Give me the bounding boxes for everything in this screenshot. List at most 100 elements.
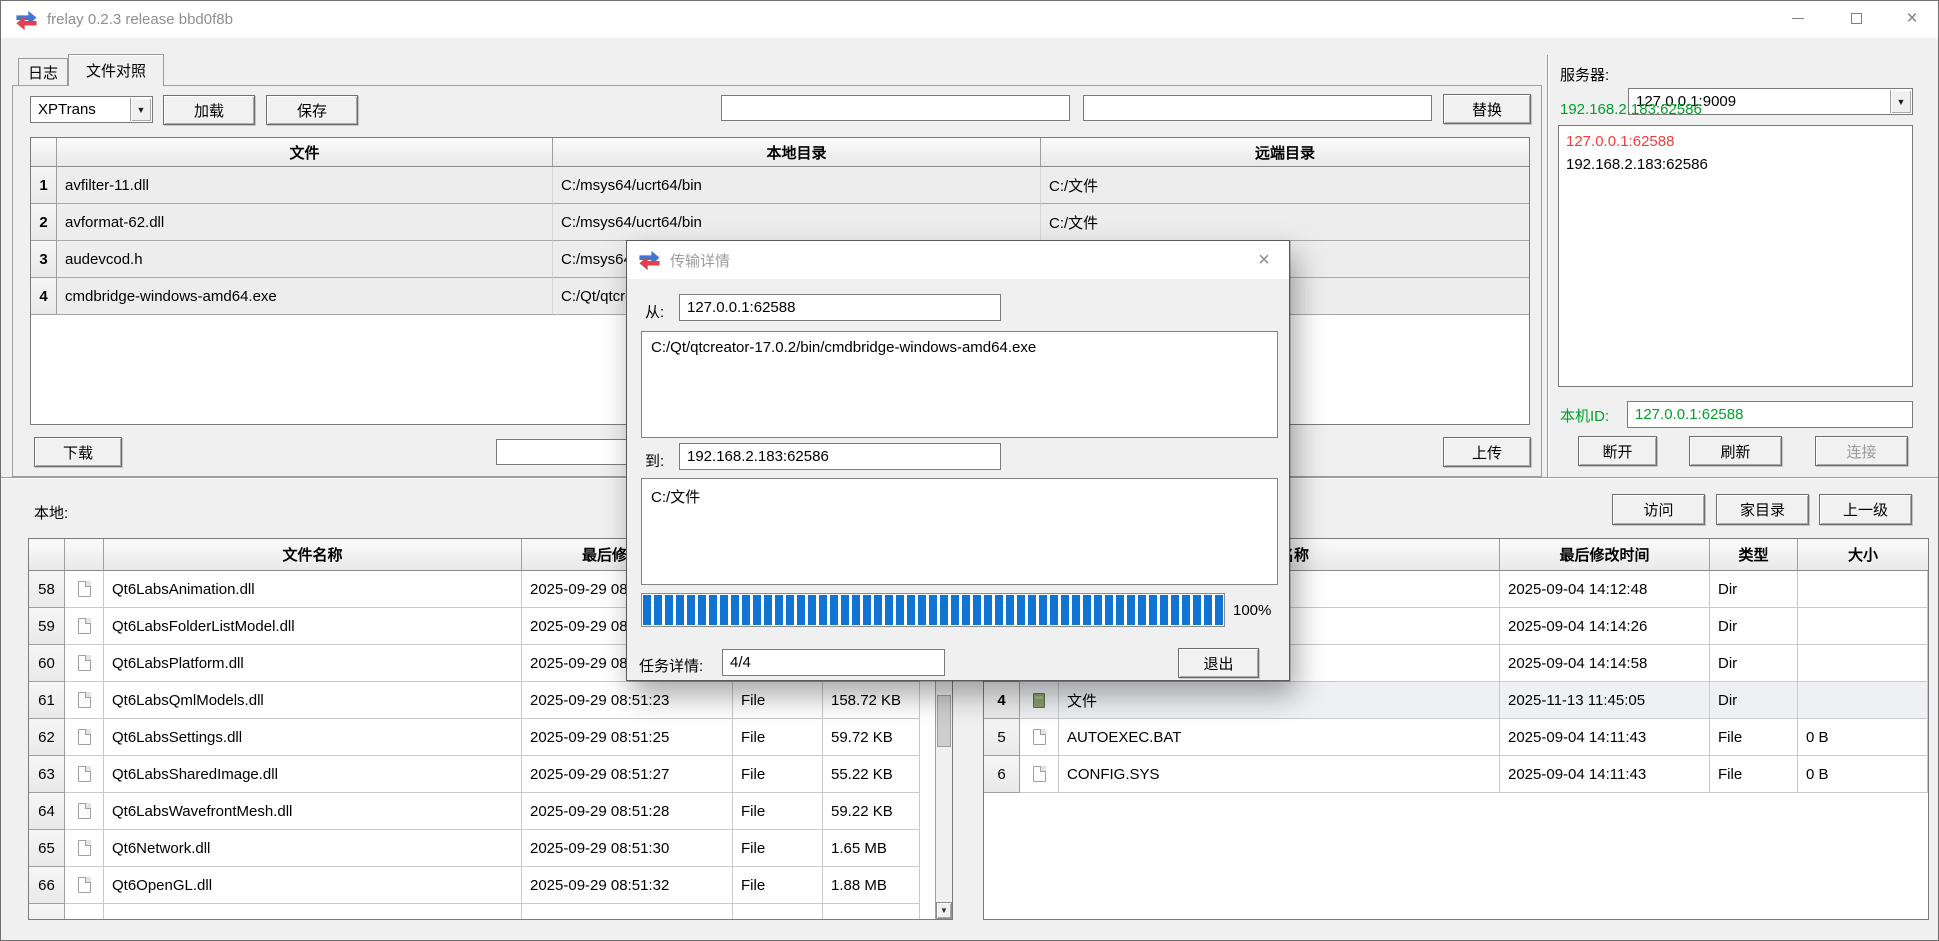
load-button[interactable]: 加载 <box>163 95 255 125</box>
download-button[interactable]: 下载 <box>34 437 122 467</box>
row-number[interactable]: 62 <box>29 719 65 756</box>
cell-file[interactable]: cmdbridge-windows-amd64.exe <box>57 278 553 315</box>
col-header-file[interactable]: 文件 <box>57 138 553 167</box>
col-header-remote[interactable]: 远端目录 <box>1041 138 1529 167</box>
corner-header[interactable] <box>29 539 65 571</box>
cell-file[interactable]: avfilter-11.dll <box>57 167 553 204</box>
visit-button[interactable]: 访问 <box>1612 494 1705 525</box>
cell-mtime[interactable]: 2025-11-13 11:45:05 <box>1500 682 1710 719</box>
cell-remote-dir[interactable]: C:/文件 <box>1041 167 1529 204</box>
cell-name[interactable]: CONFIG.SYS <box>1059 756 1500 793</box>
table-row[interactable] <box>29 904 952 920</box>
cell-file[interactable]: avformat-62.dll <box>57 204 553 241</box>
cell-type[interactable]: Dir <box>1710 608 1798 645</box>
col-header-mtime[interactable]: 最后修改时间 <box>1500 539 1710 571</box>
row-number[interactable]: 1 <box>31 167 57 204</box>
row-number[interactable]: 58 <box>29 571 65 608</box>
table-row[interactable]: 6 CONFIG.SYS 2025-09-04 14:11:43 File 0 … <box>984 756 1928 793</box>
dest-path-textarea[interactable]: C:/文件 <box>641 478 1278 585</box>
cell-file[interactable]: audevcod.h <box>57 241 553 278</box>
scrollbar-thumb[interactable] <box>937 695 951 747</box>
find-input[interactable] <box>721 95 1070 121</box>
close-button[interactable]: × <box>1887 0 1937 37</box>
cell-size[interactable]: 1.88 MB <box>823 867 920 904</box>
col-header-size[interactable]: 大小 <box>1798 539 1928 571</box>
col-header-local[interactable]: 本地目录 <box>553 138 1041 167</box>
cell-type[interactable]: File <box>1710 756 1798 793</box>
table-row[interactable]: 62 Qt6LabsSettings.dll 2025-09-29 08:51:… <box>29 719 952 756</box>
cell-name[interactable]: Qt6LabsQmlModels.dll <box>104 682 522 719</box>
cell-name[interactable]: Qt6LabsAnimation.dll <box>104 571 522 608</box>
cell-type[interactable]: File <box>733 682 823 719</box>
disconnect-button[interactable]: 断开 <box>1578 436 1657 466</box>
cell-name[interactable]: 文件 <box>1059 682 1500 719</box>
cell-type[interactable]: Dir <box>1710 571 1798 608</box>
row-number[interactable]: 59 <box>29 608 65 645</box>
refresh-button[interactable]: 刷新 <box>1689 436 1782 466</box>
cell-size[interactable]: 0 B <box>1798 719 1928 756</box>
cell-mtime[interactable]: 2025-09-04 14:14:26 <box>1500 608 1710 645</box>
cell-mtime[interactable]: 2025-09-04 14:12:48 <box>1500 571 1710 608</box>
replace-input[interactable] <box>1083 95 1432 121</box>
profile-select[interactable]: XPTrans ▼ <box>30 96 153 123</box>
cell-size[interactable]: 0 B <box>1798 756 1928 793</box>
cell-mtime[interactable]: 2025-09-29 08:51:30 <box>522 830 733 867</box>
row-number[interactable]: 4 <box>31 278 57 315</box>
table-row[interactable]: 64 Qt6LabsWavefrontMesh.dll 2025-09-29 0… <box>29 793 952 830</box>
cell-name[interactable]: Qt6OpenGL.dll <box>104 867 522 904</box>
client-list[interactable]: 127.0.0.1:62588 192.168.2.183:62586 <box>1558 125 1913 387</box>
row-number[interactable]: 5 <box>984 719 1020 756</box>
cell-name[interactable]: Qt6Network.dll <box>104 830 522 867</box>
row-number[interactable]: 65 <box>29 830 65 867</box>
row-number[interactable]: 2 <box>31 204 57 241</box>
cell-type[interactable]: Dir <box>1710 682 1798 719</box>
task-detail-input[interactable]: 4/4 <box>722 649 945 676</box>
cell-size[interactable]: 59.72 KB <box>823 719 920 756</box>
source-path-textarea[interactable]: C:/Qt/qtcreator-17.0.2/bin/cmdbridge-win… <box>641 331 1278 438</box>
minimize-button[interactable] <box>1773 0 1823 37</box>
table-row[interactable]: 1 avfilter-11.dll C:/msys64/ucrt64/bin C… <box>31 167 1529 204</box>
scroll-down-button[interactable]: ▼ <box>936 902 952 919</box>
row-number[interactable]: 4 <box>984 682 1020 719</box>
row-number[interactable]: 63 <box>29 756 65 793</box>
row-number[interactable]: 61 <box>29 682 65 719</box>
cell-mtime[interactable]: 2025-09-04 14:11:43 <box>1500 719 1710 756</box>
corner-header[interactable] <box>31 138 57 167</box>
cell-size[interactable] <box>1798 645 1928 682</box>
table-row[interactable]: 5 AUTOEXEC.BAT 2025-09-04 14:11:43 File … <box>984 719 1928 756</box>
row-number[interactable]: 64 <box>29 793 65 830</box>
col-header-name[interactable]: 文件名称 <box>104 539 522 571</box>
table-row-selected[interactable]: 4 文件 2025-11-13 11:45:05 Dir <box>984 682 1928 719</box>
tab-file-compare[interactable]: 文件对照 <box>68 54 164 86</box>
list-item[interactable]: 192.168.2.183:62586 <box>1559 153 1912 176</box>
cell-local-dir[interactable]: C:/msys64/ucrt64/bin <box>553 204 1041 241</box>
cell-size[interactable] <box>1798 571 1928 608</box>
table-row[interactable]: 2 avformat-62.dll C:/msys64/ucrt64/bin C… <box>31 204 1529 241</box>
dialog-close-button[interactable]: × <box>1245 241 1283 279</box>
cell-type[interactable]: File <box>733 719 823 756</box>
cell-mtime[interactable]: 2025-09-29 08:51:32 <box>522 867 733 904</box>
local-id-input[interactable]: 127.0.0.1:62588 <box>1627 401 1913 428</box>
title-bar[interactable]: frelay 0.2.3 release bbd0f8b <box>1 1 1938 38</box>
cell-name[interactable]: Qt6LabsWavefrontMesh.dll <box>104 793 522 830</box>
exit-button[interactable]: 退出 <box>1178 648 1259 678</box>
cell-size[interactable] <box>1798 682 1928 719</box>
cell-type[interactable]: File <box>733 756 823 793</box>
replace-button[interactable]: 替换 <box>1443 94 1531 124</box>
cell-type[interactable]: File <box>733 793 823 830</box>
cell-size[interactable]: 1.65 MB <box>823 830 920 867</box>
cell-mtime[interactable]: 2025-09-29 08:51:27 <box>522 756 733 793</box>
table-row[interactable]: 65 Qt6Network.dll 2025-09-29 08:51:30 Fi… <box>29 830 952 867</box>
cell-name[interactable]: Qt6LabsFolderListModel.dll <box>104 608 522 645</box>
table-row[interactable]: 61 Qt6LabsQmlModels.dll 2025-09-29 08:51… <box>29 682 952 719</box>
col-header-icon[interactable] <box>65 539 104 571</box>
cell-mtime[interactable]: 2025-09-04 14:14:58 <box>1500 645 1710 682</box>
chevron-down-icon[interactable]: ▼ <box>130 98 151 121</box>
row-number[interactable]: 3 <box>31 241 57 278</box>
cell-name[interactable]: Qt6LabsPlatform.dll <box>104 645 522 682</box>
upload-button[interactable]: 上传 <box>1443 437 1531 467</box>
save-button[interactable]: 保存 <box>266 95 358 125</box>
cell-size[interactable] <box>1798 608 1928 645</box>
tab-log[interactable]: 日志 <box>18 58 68 85</box>
cell-mtime[interactable]: 2025-09-04 14:11:43 <box>1500 756 1710 793</box>
